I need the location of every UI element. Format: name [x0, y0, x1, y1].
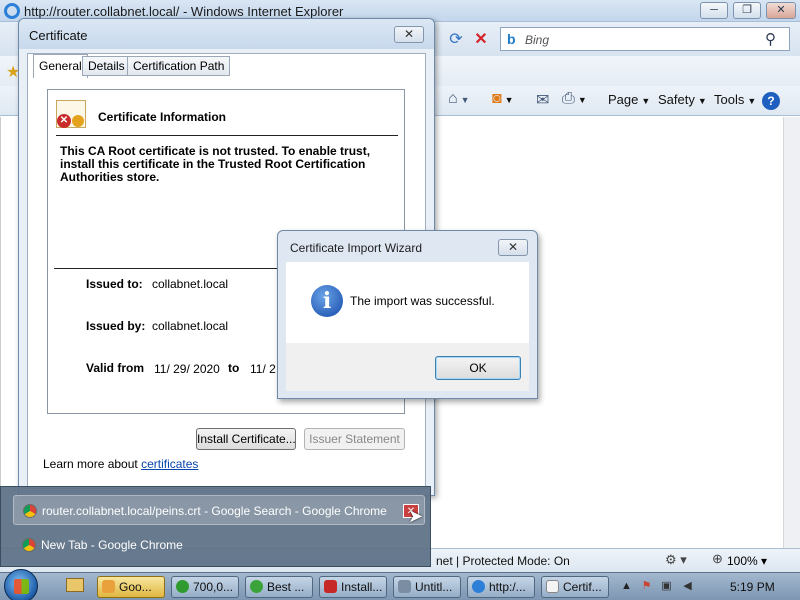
import-wizard-dialog: Certificate Import Wizard ✕ i The import…: [277, 230, 538, 399]
download-icon: [250, 580, 263, 593]
valid-to-label: to: [228, 361, 240, 375]
volume-icon[interactable]: ◀: [681, 580, 694, 593]
install-certificate-button[interactable]: Install Certificate...: [196, 428, 296, 450]
taskbar-item-label: http:/...: [489, 580, 526, 594]
network-icon[interactable]: ▣: [660, 580, 673, 593]
chrome-icon: [23, 504, 37, 518]
certificate-icon: ✕: [56, 100, 86, 128]
issued-to-value: collabnet.local: [152, 277, 229, 291]
search-icon[interactable]: ⚲: [765, 30, 776, 48]
certificate-title: Certificate: [29, 28, 88, 43]
windows-logo-icon: [14, 579, 29, 594]
close-button[interactable]: ✕: [394, 26, 424, 43]
action-center-flag-icon[interactable]: ⚑: [640, 580, 653, 593]
print-icon[interactable]: ⎙ ▼: [562, 90, 587, 108]
certificate-info-title: Certificate Information: [98, 110, 227, 124]
issued-by-value: collabnet.local: [152, 319, 229, 333]
taskbar-item-chrome[interactable]: Goo...: [97, 576, 165, 598]
tab-details[interactable]: Details: [82, 56, 131, 76]
tab-certification-path[interactable]: Certification Path: [127, 56, 231, 76]
wizard-close-button[interactable]: ✕: [498, 239, 528, 256]
issuer-statement-button: Issuer Statement: [304, 428, 405, 450]
valid-from-label: Valid from: [86, 361, 145, 375]
feeds-icon[interactable]: ◙ ▼: [492, 90, 514, 108]
ie-icon: [472, 580, 485, 593]
ie-logo-icon: [4, 3, 20, 19]
help-icon[interactable]: ?: [762, 92, 780, 110]
chrome-icon: [102, 580, 115, 593]
certificate-icon: [546, 580, 559, 593]
error-icon: ✕: [57, 114, 71, 128]
ok-button[interactable]: OK: [435, 356, 521, 380]
taskbar-item-ie[interactable]: http:/...: [467, 576, 535, 598]
mail-icon[interactable]: ✉: [536, 90, 549, 110]
popup-item-label: New Tab - Google Chrome: [41, 538, 183, 552]
wizard-message: The import was successful.: [350, 294, 495, 308]
taskbar-item-label: Certif...: [563, 580, 602, 594]
zoom-icon[interactable]: ⊕: [712, 551, 723, 567]
scrollbar[interactable]: [783, 117, 800, 548]
search-placeholder: Bing: [525, 33, 550, 47]
taskbar-item-certificate[interactable]: Certif...: [541, 576, 609, 598]
popup-item-label: router.collabnet.local/peins.crt - Googl…: [42, 504, 387, 518]
wizard-title: Certificate Import Wizard: [290, 241, 423, 255]
popup-item-new-tab[interactable]: New Tab - Google Chrome: [13, 530, 425, 560]
taskbar-item-label: Goo...: [119, 580, 152, 594]
clock[interactable]: 5:19 PM: [730, 580, 775, 594]
window-title: http://router.collabnet.local/ - Windows…: [24, 4, 344, 19]
taskbar-item-label: 700,0...: [193, 580, 234, 594]
popup-item-google-search[interactable]: router.collabnet.local/peins.crt - Googl…: [13, 495, 425, 525]
taskbar-item-4[interactable]: Install...: [319, 576, 387, 598]
system-tray: ▲ ⚑ ▣ ◀ 5:19 PM: [618, 573, 800, 600]
status-settings-icon[interactable]: ⚙ ▾: [665, 552, 687, 568]
home-icon[interactable]: ⌂ ▼: [448, 90, 470, 108]
info-icon: i: [311, 285, 343, 317]
learn-more-label: Learn more about: [43, 457, 142, 471]
taskbar: Goo... 700,0... Best ... Install... Unti…: [0, 569, 800, 600]
seal-icon: [72, 115, 84, 127]
divider: [56, 135, 398, 136]
taskbar-item-5[interactable]: Untitl...: [393, 576, 461, 598]
certificate-titlebar: Certificate ✕: [19, 19, 434, 49]
mouse-cursor-icon: ➤: [408, 506, 424, 526]
valid-to-value: 11/ 2: [250, 362, 276, 376]
chrome-icon: [22, 538, 36, 552]
issued-by-label: Issued by:: [86, 319, 146, 333]
maximize-button[interactable]: ❐: [733, 2, 761, 19]
bing-icon: b: [507, 31, 516, 47]
valid-from-value: 11/ 29/ 2020: [154, 362, 220, 376]
start-button[interactable]: [4, 569, 38, 600]
page-menu[interactable]: Page ▼: [608, 92, 650, 107]
folder-icon[interactable]: [66, 578, 84, 592]
taskbar-item-3[interactable]: Best ...: [245, 576, 313, 598]
learn-more-text: Learn more about certificates: [43, 457, 198, 471]
installer-icon: [324, 580, 337, 593]
close-window-button[interactable]: ✕: [766, 2, 796, 19]
safety-menu[interactable]: Safety ▼: [658, 92, 707, 107]
status-zone-text: net | Protected Mode: On: [436, 554, 570, 568]
issued-to-label: Issued to:: [86, 277, 143, 291]
zoom-level[interactable]: 100% ▾: [727, 554, 767, 568]
paint-icon: [398, 580, 411, 593]
certificates-link[interactable]: certificates: [141, 457, 198, 471]
app-icon: [176, 580, 189, 593]
wizard-body: i The import was successful.: [286, 262, 529, 343]
show-hidden-icons-icon[interactable]: ▲: [620, 580, 633, 593]
minimize-button[interactable]: ─: [700, 2, 728, 19]
stop-icon[interactable]: ✕: [471, 30, 491, 50]
refresh-icon[interactable]: ⟳: [446, 30, 466, 50]
tools-menu[interactable]: Tools ▼: [714, 92, 756, 107]
tab-general[interactable]: General: [33, 54, 88, 78]
taskbar-item-label: Install...: [341, 580, 383, 594]
taskbar-item-label: Untitl...: [415, 580, 453, 594]
search-input[interactable]: b Bing ⚲: [500, 27, 790, 51]
trust-warning-text: This CA Root certificate is not trusted.…: [60, 144, 371, 184]
taskbar-item-label: Best ...: [267, 580, 305, 594]
taskbar-item-2[interactable]: 700,0...: [171, 576, 239, 598]
chrome-window-list-popup: router.collabnet.local/peins.crt - Googl…: [0, 486, 431, 567]
